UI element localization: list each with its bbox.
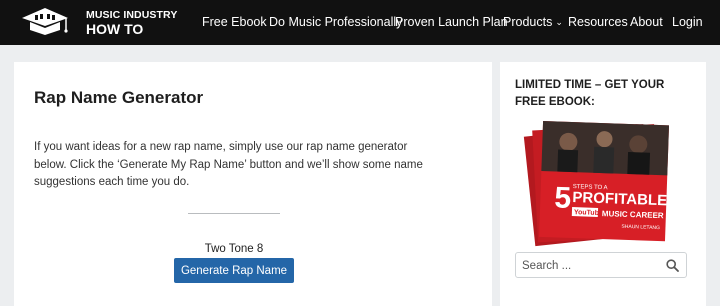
svg-text:5: 5 bbox=[554, 181, 572, 215]
nav-proven-launch-plan[interactable]: Proven Launch Plan bbox=[395, 14, 508, 30]
piano-logo-icon[interactable] bbox=[16, 6, 74, 40]
nav-login[interactable]: Login bbox=[672, 14, 703, 30]
divider bbox=[188, 213, 280, 214]
site-header: MUSIC INDUSTRY HOW TO Free Ebook Do Musi… bbox=[0, 0, 720, 45]
ebook-cover-image[interactable]: 5 STEPS TO A PROFITABLE YouTube MUSIC CA… bbox=[515, 117, 685, 247]
nav-products[interactable]: Products ⌄ bbox=[503, 14, 563, 30]
main-content: Rap Name Generator If you want ideas for… bbox=[14, 62, 492, 306]
promo-title: LIMITED TIME – GET YOUR FREE EBOOK: bbox=[515, 79, 665, 108]
nav-free-ebook[interactable]: Free Ebook bbox=[202, 14, 267, 30]
nav-products-label: Products bbox=[503, 15, 553, 29]
nav-do-music-professionally[interactable]: Do Music Professionally bbox=[269, 14, 402, 30]
site-brand[interactable]: MUSIC INDUSTRY HOW TO bbox=[86, 9, 177, 36]
search-box bbox=[515, 252, 687, 278]
generate-rap-name-button[interactable]: Generate Rap Name bbox=[174, 258, 294, 283]
search-icon[interactable] bbox=[666, 259, 679, 272]
nav-resources[interactable]: Resources bbox=[568, 14, 628, 30]
page-title: Rap Name Generator bbox=[34, 88, 204, 107]
intro-text: If you want ideas for a new rap name, si… bbox=[34, 141, 423, 188]
search-input[interactable] bbox=[522, 258, 657, 274]
nav-about[interactable]: About bbox=[630, 14, 663, 30]
chevron-down-icon: ⌄ bbox=[555, 17, 563, 27]
brand-line-2: HOW TO bbox=[86, 21, 144, 37]
sidebar: LIMITED TIME – GET YOUR FREE EBOOK: 5 ST… bbox=[500, 62, 706, 306]
svg-text:YouTube: YouTube bbox=[574, 209, 603, 217]
generated-name: Two Tone 8 bbox=[204, 243, 264, 255]
svg-text:PROFITABLE: PROFITABLE bbox=[572, 189, 667, 209]
